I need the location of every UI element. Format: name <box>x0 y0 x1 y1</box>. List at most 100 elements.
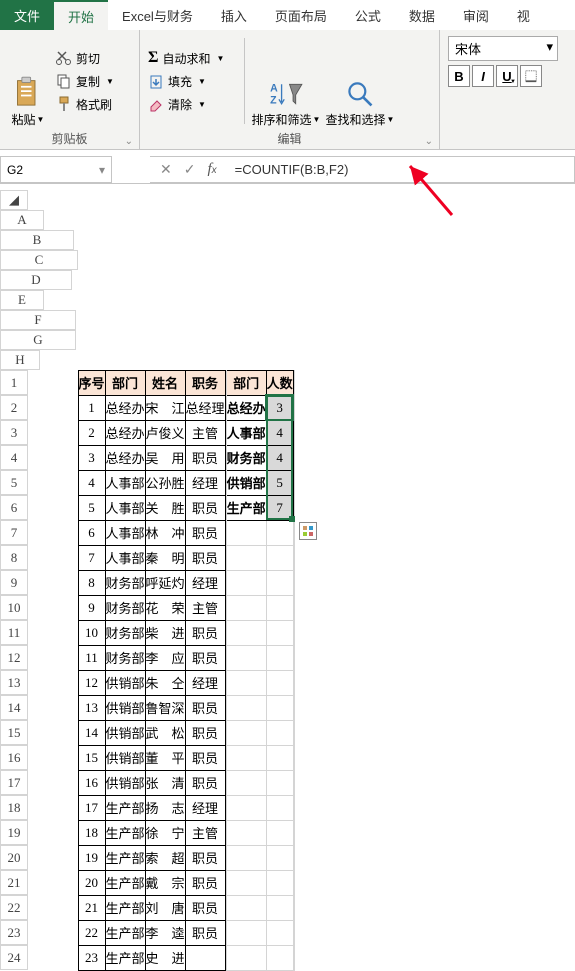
cell-dept[interactable]: 生产部 <box>105 945 145 970</box>
cell-blank[interactable] <box>293 695 294 720</box>
cell-blank[interactable] <box>226 520 266 545</box>
cell-name[interactable]: 宋 江 <box>145 395 185 420</box>
cell-blank[interactable] <box>293 770 294 795</box>
cell-name[interactable]: 扬 志 <box>145 795 185 820</box>
summary-dept[interactable]: 财务部 <box>226 445 266 470</box>
cell-role[interactable]: 经理 <box>185 470 225 495</box>
cell-blank[interactable] <box>293 945 294 970</box>
summary-count[interactable]: 4 <box>266 420 293 445</box>
cell-blank[interactable] <box>293 795 294 820</box>
cell-role[interactable]: 职员 <box>185 645 225 670</box>
cell-blank[interactable] <box>293 420 294 445</box>
fx-icon[interactable]: fx <box>207 161 216 178</box>
cell-blank[interactable] <box>266 595 293 620</box>
select-all-corner[interactable]: ◢ <box>0 190 28 210</box>
cell-blank[interactable] <box>293 645 294 670</box>
row-header-15[interactable]: 15 <box>0 720 28 745</box>
cell-seq[interactable]: 23 <box>78 945 105 970</box>
cell-role[interactable] <box>185 945 225 970</box>
row-header-13[interactable]: 13 <box>0 670 28 695</box>
cell-blank[interactable] <box>266 945 293 970</box>
sort-filter-button[interactable]: AZ 排序和筛选▼ <box>251 34 321 128</box>
cell-blank[interactable] <box>226 920 266 945</box>
cell-seq[interactable]: 1 <box>78 395 105 420</box>
cell-blank[interactable] <box>266 620 293 645</box>
col-header-G[interactable]: G <box>0 330 76 350</box>
cell-blank[interactable] <box>266 520 293 545</box>
cell-role[interactable]: 职员 <box>185 720 225 745</box>
cell-dept[interactable]: 财务部 <box>105 595 145 620</box>
cell-dept[interactable]: 总经办 <box>105 445 145 470</box>
font-name-select[interactable]: 宋体 <box>448 36 558 61</box>
cell-blank[interactable] <box>226 545 266 570</box>
tab-home[interactable]: 开始 <box>54 0 108 30</box>
cell-seq[interactable]: 9 <box>78 595 105 620</box>
col-header-D[interactable]: D <box>0 270 72 290</box>
summary-count[interactable]: 5 <box>266 470 293 495</box>
col-header-C[interactable]: C <box>0 250 78 270</box>
cell-blank[interactable] <box>226 695 266 720</box>
format-painter-button[interactable]: 格式刷 <box>54 95 116 114</box>
row-header-5[interactable]: 5 <box>0 470 28 495</box>
cell-seq[interactable]: 3 <box>78 445 105 470</box>
cell-role[interactable]: 职员 <box>185 520 225 545</box>
cell-name[interactable]: 张 清 <box>145 770 185 795</box>
col-header-H[interactable]: H <box>0 350 40 370</box>
cell-dept[interactable]: 供销部 <box>105 745 145 770</box>
cell-blank[interactable] <box>293 570 294 595</box>
cell-name[interactable]: 林 冲 <box>145 520 185 545</box>
cell-blank[interactable] <box>226 795 266 820</box>
cancel-formula-icon[interactable]: ✕ <box>160 161 172 178</box>
cell-seq[interactable]: 6 <box>78 520 105 545</box>
cell-blank[interactable] <box>226 895 266 920</box>
cell-dept[interactable]: 财务部 <box>105 620 145 645</box>
cell-dept[interactable]: 财务部 <box>105 570 145 595</box>
cell-seq[interactable]: 2 <box>78 420 105 445</box>
tab-view[interactable]: 视 <box>503 0 544 30</box>
row-header-9[interactable]: 9 <box>0 570 28 595</box>
cell-blank[interactable] <box>226 745 266 770</box>
copy-button[interactable]: 复制▼ <box>54 72 116 91</box>
cell-blank[interactable] <box>293 870 294 895</box>
tab-layout[interactable]: 页面布局 <box>261 0 341 30</box>
col-header-A[interactable]: A <box>0 210 44 230</box>
row-header-23[interactable]: 23 <box>0 920 28 945</box>
row-header-11[interactable]: 11 <box>0 620 28 645</box>
cell-blank[interactable] <box>266 920 293 945</box>
cell-blank[interactable] <box>266 670 293 695</box>
quick-analysis-button[interactable] <box>299 522 317 540</box>
cell-name[interactable]: 徐 宁 <box>145 820 185 845</box>
row-header-16[interactable]: 16 <box>0 745 28 770</box>
cell-dept[interactable]: 生产部 <box>105 920 145 945</box>
tab-insert[interactable]: 插入 <box>207 0 261 30</box>
cell-dept[interactable]: 供销部 <box>105 720 145 745</box>
cell-dept[interactable]: 生产部 <box>105 820 145 845</box>
cell-blank[interactable] <box>266 645 293 670</box>
cell-seq[interactable]: 4 <box>78 470 105 495</box>
cell-blank[interactable] <box>226 770 266 795</box>
clear-button[interactable]: 清除▼ <box>146 95 238 114</box>
row-header-3[interactable]: 3 <box>0 420 28 445</box>
cell-blank[interactable] <box>266 820 293 845</box>
cut-button[interactable]: 剪切 <box>54 49 116 68</box>
row-header-12[interactable]: 12 <box>0 645 28 670</box>
row-header-18[interactable]: 18 <box>0 795 28 820</box>
tab-excel-finance[interactable]: Excel与财务 <box>108 0 207 30</box>
underline-button[interactable]: U▼ <box>496 65 518 87</box>
cell-dept[interactable]: 人事部 <box>105 495 145 520</box>
row-header-21[interactable]: 21 <box>0 870 28 895</box>
border-button[interactable] <box>520 65 542 87</box>
col-header-E[interactable]: E <box>0 290 44 310</box>
cell-blank[interactable] <box>266 745 293 770</box>
cell-name[interactable]: 秦 明 <box>145 545 185 570</box>
cell-dept[interactable]: 供销部 <box>105 770 145 795</box>
cell-role[interactable]: 主管 <box>185 420 225 445</box>
cell-dept[interactable]: 财务部 <box>105 645 145 670</box>
find-select-button[interactable]: 查找和选择▼ <box>325 34 395 128</box>
cell-role[interactable]: 经理 <box>185 570 225 595</box>
cell-blank[interactable] <box>266 895 293 920</box>
cell-dept[interactable]: 人事部 <box>105 470 145 495</box>
cell-blank[interactable] <box>293 545 294 570</box>
summary-dept[interactable]: 总经办 <box>226 395 266 420</box>
tab-file[interactable]: 文件 <box>0 0 54 30</box>
